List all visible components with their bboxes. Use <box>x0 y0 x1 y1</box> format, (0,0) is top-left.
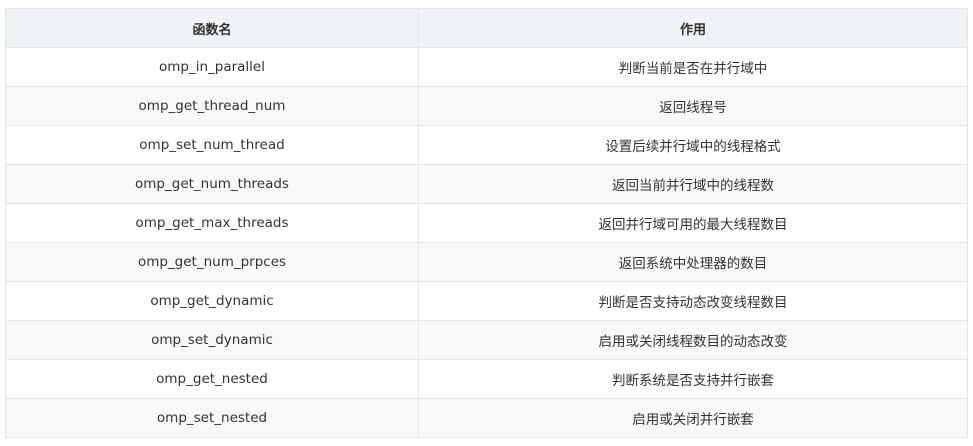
function-table: 函数名 作用 omp_in_parallel 判断当前是否在并行域中 omp_g… <box>5 8 968 438</box>
table-row: omp_get_nested 判断系统是否支持并行嵌套 <box>5 359 968 399</box>
cell-function-name: omp_set_nested <box>5 398 419 438</box>
cell-purpose: 判断是否支持动态改变线程数目 <box>418 281 968 321</box>
cell-purpose: 返回系统中处理器的数目 <box>418 242 968 282</box>
cell-function-name: omp_set_num_thread <box>5 125 419 165</box>
table-row: omp_set_dynamic 启用或关闭线程数目的动态改变 <box>5 320 968 360</box>
cell-function-name: omp_get_nested <box>5 359 419 399</box>
table-row: omp_get_num_prpces 返回系统中处理器的数目 <box>5 242 968 282</box>
cell-function-name: omp_get_max_threads <box>5 203 419 243</box>
table-row: omp_get_dynamic 判断是否支持动态改变线程数目 <box>5 281 968 321</box>
table-row: omp_get_thread_num 返回线程号 <box>5 86 968 126</box>
cell-purpose: 判断当前是否在并行域中 <box>418 47 968 87</box>
cell-purpose: 启用或关闭并行嵌套 <box>418 398 968 438</box>
cell-purpose: 返回线程号 <box>418 86 968 126</box>
table-row: omp_set_num_thread 设置后续并行域中的线程格式 <box>5 125 968 165</box>
cell-function-name: omp_get_thread_num <box>5 86 419 126</box>
header-purpose: 作用 <box>418 8 968 48</box>
cell-function-name: omp_set_dynamic <box>5 320 419 360</box>
table-body: omp_in_parallel 判断当前是否在并行域中 omp_get_thre… <box>5 47 968 438</box>
function-table-container: 函数名 作用 omp_in_parallel 判断当前是否在并行域中 omp_g… <box>5 8 968 438</box>
table-row: omp_set_nested 启用或关闭并行嵌套 <box>5 398 968 438</box>
table-row: omp_get_max_threads 返回并行域可用的最大线程数目 <box>5 203 968 243</box>
header-function-name: 函数名 <box>5 8 419 48</box>
cell-function-name: omp_get_num_prpces <box>5 242 419 282</box>
header-row: 函数名 作用 <box>5 8 968 48</box>
cell-function-name: omp_get_dynamic <box>5 281 419 321</box>
table-row: omp_get_num_threads 返回当前并行域中的线程数 <box>5 164 968 204</box>
cell-purpose: 返回当前并行域中的线程数 <box>418 164 968 204</box>
cell-purpose: 启用或关闭线程数目的动态改变 <box>418 320 968 360</box>
cell-purpose: 判断系统是否支持并行嵌套 <box>418 359 968 399</box>
cell-function-name: omp_get_num_threads <box>5 164 419 204</box>
table-head: 函数名 作用 <box>5 8 968 48</box>
cell-purpose: 设置后续并行域中的线程格式 <box>418 125 968 165</box>
cell-purpose: 返回并行域可用的最大线程数目 <box>418 203 968 243</box>
cell-function-name: omp_in_parallel <box>5 47 419 87</box>
table-row: omp_in_parallel 判断当前是否在并行域中 <box>5 47 968 87</box>
